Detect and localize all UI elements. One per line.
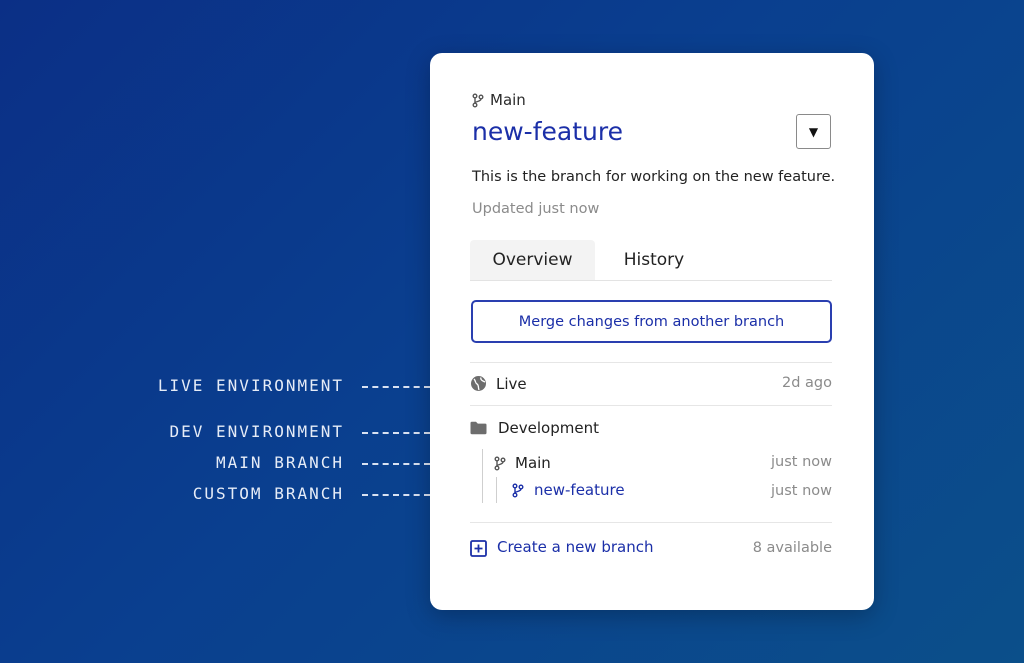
branch-dropdown-button[interactable]: ▼ [796, 114, 831, 149]
main-branch-connector [362, 463, 430, 465]
custom-branch-connector [362, 494, 430, 496]
plus-square-icon[interactable] [470, 540, 487, 557]
branch-main-timestamp: just now [771, 454, 832, 470]
available-count: 8 available [752, 540, 832, 556]
live-environment-connector [362, 386, 430, 388]
globe-icon [470, 375, 487, 392]
folder-icon [470, 421, 487, 435]
tab-overview[interactable]: Overview [470, 240, 595, 280]
tree-connector [496, 477, 497, 503]
divider [470, 522, 832, 523]
branch-new-feature-timestamp: just now [771, 483, 832, 499]
dev-environment-label: DEV ENVIRONMENT [169, 422, 344, 441]
tree-connector [482, 449, 483, 503]
branch-description: This is the branch for working on the ne… [472, 169, 836, 185]
branch-icon [472, 93, 484, 108]
branch-icon [512, 483, 524, 498]
live-environment-label: LIVE ENVIRONMENT [157, 376, 344, 395]
branch-card: Main new-feature ▼ This is the branch fo… [430, 53, 874, 610]
merge-changes-button[interactable]: Merge changes from another branch [471, 300, 832, 343]
main-branch-label: MAIN BRANCH [216, 453, 344, 472]
updated-timestamp: Updated just now [472, 201, 600, 217]
breadcrumb-label: Main [490, 91, 526, 109]
dev-environment-connector [362, 432, 430, 434]
branch-title: new-feature [472, 117, 623, 146]
create-branch-link[interactable]: Create a new branch [497, 538, 653, 556]
breadcrumb[interactable]: Main [472, 91, 526, 109]
environment-live[interactable]: Live [496, 375, 527, 393]
branch-main[interactable]: Main [515, 454, 551, 472]
branch-new-feature[interactable]: new-feature [534, 481, 625, 499]
custom-branch-label: CUSTOM BRANCH [192, 484, 344, 503]
tab-history[interactable]: History [610, 240, 698, 280]
environment-development[interactable]: Development [498, 419, 599, 437]
caret-down-icon: ▼ [808, 124, 819, 139]
live-timestamp: 2d ago [782, 375, 832, 391]
divider [470, 362, 832, 363]
branch-icon [494, 456, 506, 471]
divider [470, 405, 832, 406]
tab-bar: Overview History [470, 240, 832, 281]
